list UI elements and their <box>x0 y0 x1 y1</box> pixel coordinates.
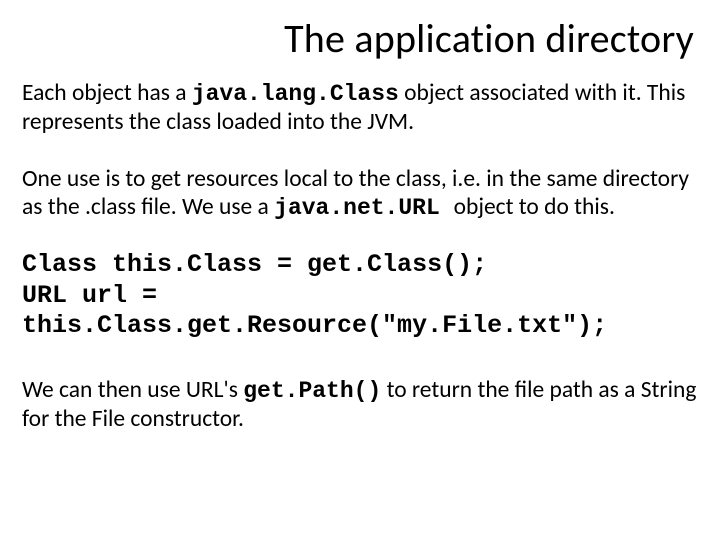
p1-code: java.lang.Class <box>192 81 399 107</box>
p2-code: java.net.URL <box>274 195 453 221</box>
paragraph-2: One use is to get resources local to the… <box>22 165 698 223</box>
p2-text-b: object to do this. <box>454 193 615 221</box>
paragraph-1: Each object has a java.lang.Class object… <box>22 79 698 137</box>
p3-code: get.Path() <box>243 378 381 404</box>
slide-title: The application directory <box>22 14 694 63</box>
code-line-3: this.Class.get.Resource("my.File.txt"); <box>22 311 607 340</box>
paragraph-3: We can then use URL's get.Path() to retu… <box>22 376 698 434</box>
code-line-1: Class this.Class = get.Class(); <box>22 250 487 279</box>
slide: The application directory Each object ha… <box>0 0 720 540</box>
code-line-2: URL url = <box>22 281 157 310</box>
code-block: Class this.Class = get.Class(); URL url … <box>22 250 698 342</box>
p3-text-a: We can then use URL's <box>22 376 243 404</box>
p1-text-a: Each object has a <box>22 79 192 107</box>
